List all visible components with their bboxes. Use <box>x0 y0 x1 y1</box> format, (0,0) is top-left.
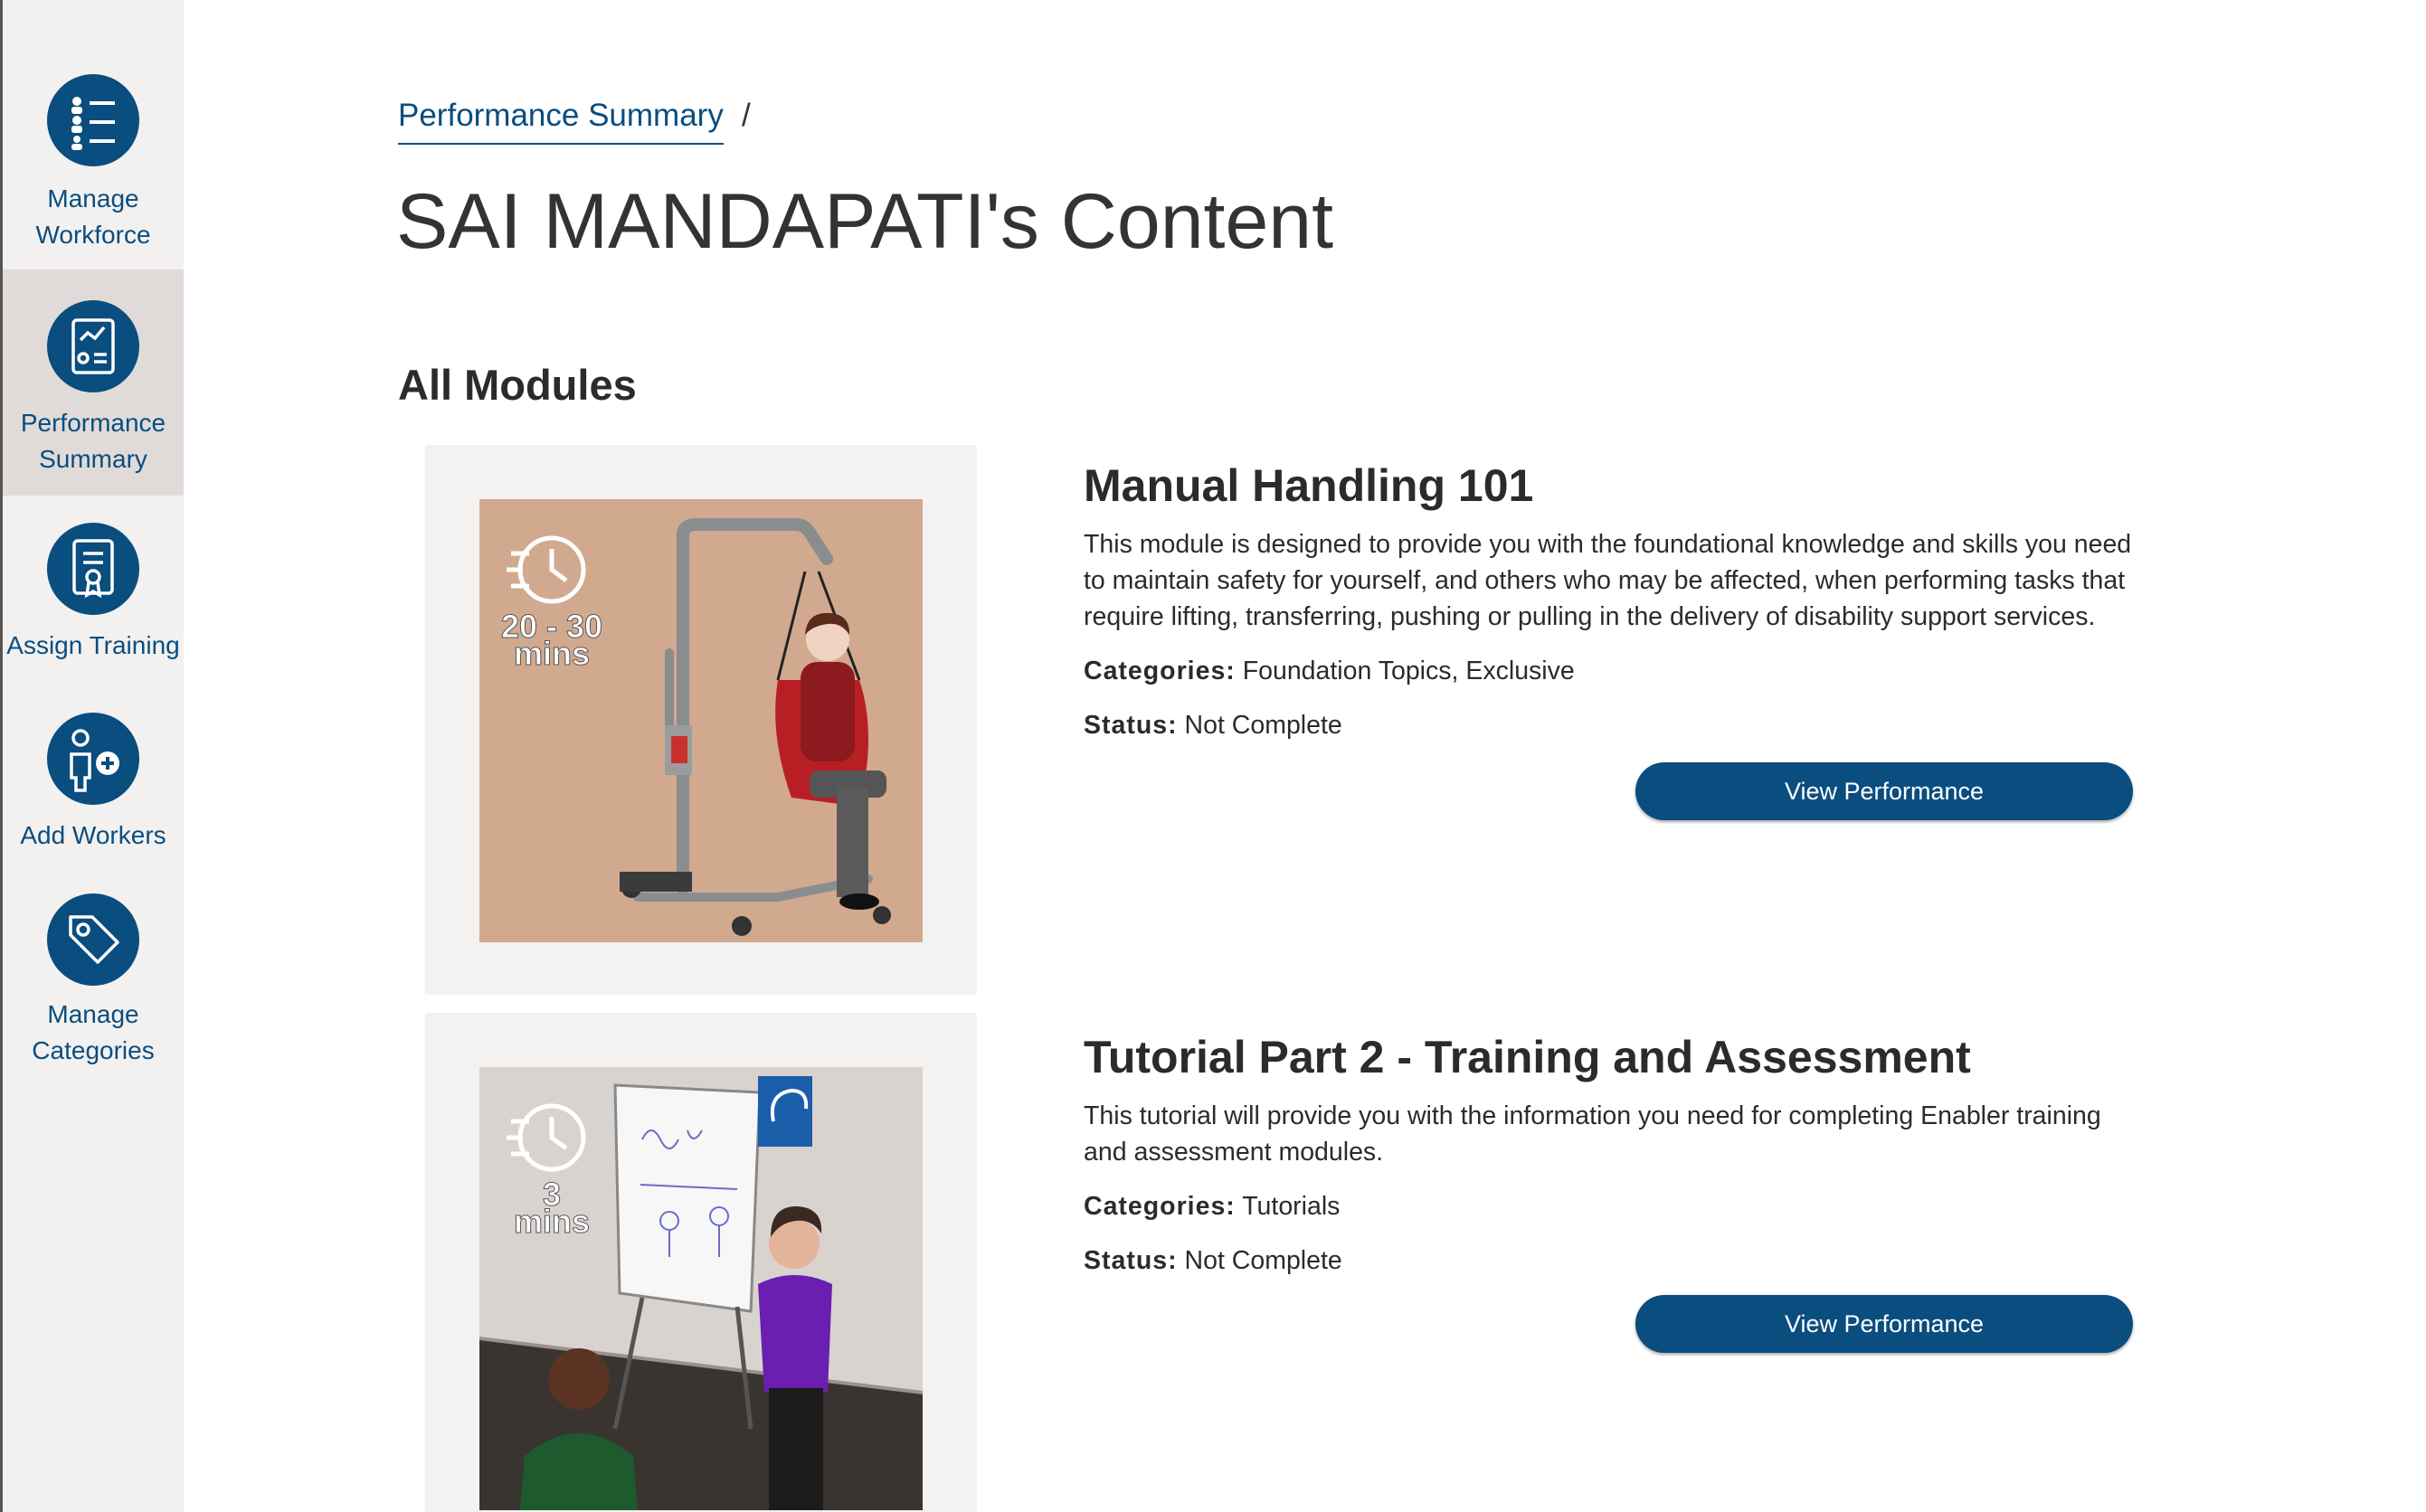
status-label: Status: <box>1084 1246 1178 1275</box>
sidebar-item-label: Manage Workforce <box>35 184 151 249</box>
section-title: All Modules <box>398 361 637 409</box>
breadcrumb: Performance Summary <box>398 98 724 145</box>
duration-unit: mins <box>514 635 590 672</box>
tag-icon <box>47 893 139 986</box>
module-categories: Categories: Foundation Topics, Exclusive <box>1084 657 1575 686</box>
sidebar-item-label: Add Workers <box>20 821 166 849</box>
module-description: This tutorial will provide you with the … <box>1084 1101 2101 1167</box>
sidebar-item-label: Manage Categories <box>32 1000 155 1064</box>
status-label: Status: <box>1084 711 1178 740</box>
sidebar-item-manage-workforce[interactable]: Manage Workforce <box>3 0 184 268</box>
duration-unit: mins <box>514 1203 590 1240</box>
categories-label: Categories: <box>1084 657 1236 685</box>
breadcrumb-separator: / <box>742 98 751 133</box>
breadcrumb-link-performance-summary[interactable]: Performance Summary <box>398 98 724 145</box>
module-status: Status: Not Complete <box>1084 711 1342 741</box>
module-status: Status: Not Complete <box>1084 1246 1342 1276</box>
module-categories: Categories: Tutorials <box>1084 1192 1340 1222</box>
sidebar-item-assign-training[interactable]: Assign Training <box>3 506 184 678</box>
certificate-icon <box>47 523 139 615</box>
categories-label: Categories: <box>1084 1192 1236 1221</box>
sidebar-item-label: Performance Summary <box>20 409 166 473</box>
sidebar-item-manage-categories[interactable]: Manage Categories <box>3 884 184 1083</box>
page-title: SAI MANDAPATI's Content <box>396 178 1333 265</box>
view-performance-button[interactable]: View Performance <box>1635 1295 2133 1353</box>
people-list-icon <box>47 74 139 166</box>
categories-value: Tutorials <box>1242 1192 1341 1221</box>
sidebar: Manage Workforce Performance Summary Ass… <box>3 0 184 1512</box>
sidebar-item-performance-summary[interactable]: Performance Summary <box>3 269 184 496</box>
module-title[interactable]: Tutorial Part 2 - Training and Assessmen… <box>1084 1031 1971 1083</box>
performance-chart-icon <box>47 300 139 392</box>
view-performance-button[interactable]: View Performance <box>1635 762 2133 820</box>
add-person-icon <box>47 713 139 805</box>
module-thumbnail-frame: 20 - 30 mins <box>425 445 977 995</box>
categories-value: Foundation Topics, Exclusive <box>1242 657 1575 685</box>
module-description: This module is designed to provide you w… <box>1084 530 2132 631</box>
status-value: Not Complete <box>1184 711 1342 740</box>
status-value: Not Complete <box>1184 1246 1342 1275</box>
module-thumbnail[interactable]: 3 mins <box>479 1067 923 1512</box>
sidebar-item-add-workers[interactable]: Add Workers <box>3 696 184 859</box>
module-thumbnail[interactable]: 20 - 30 mins <box>479 499 923 942</box>
module-thumbnail-frame: 3 mins <box>425 1013 977 1512</box>
module-title[interactable]: Manual Handling 101 <box>1084 459 1533 512</box>
sidebar-item-label: Assign Training <box>6 631 180 659</box>
